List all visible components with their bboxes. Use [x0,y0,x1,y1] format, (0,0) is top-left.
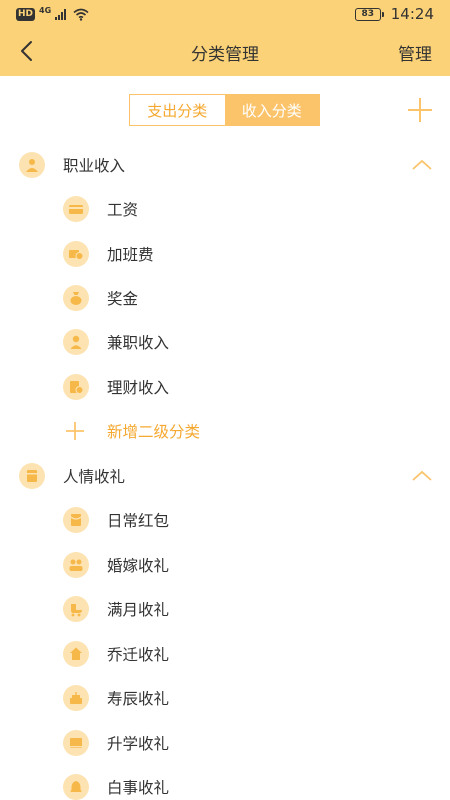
item-label: 加班费 [107,246,154,264]
status-left: HD 4G [16,5,89,23]
item-label: 寿辰收礼 [107,690,170,708]
money-bag-icon [63,285,89,311]
signal-icon [55,9,67,20]
app-header: HD 4G 83 14:24 分类管理 管理 [0,0,450,76]
wifi-icon [73,8,89,21]
list-item-birthday[interactable]: 寿辰收礼 [0,678,450,718]
list-item-funeral[interactable]: 白事收礼 [0,767,450,800]
list-item-red-envelope[interactable]: 日常红包 [0,500,450,540]
add-category-button[interactable] [406,96,434,124]
couple-icon [63,552,89,578]
tab-expense[interactable]: 支出分类 [130,95,225,125]
manage-button[interactable]: 管理 [398,40,432,65]
page-title: 分类管理 [191,45,259,65]
list-item-housewarming[interactable]: 乔迁收礼 [0,634,450,674]
bell-icon [63,774,89,800]
red-envelope-icon [63,507,89,533]
cake-icon [63,685,89,711]
chevron-up-icon[interactable] [410,155,434,175]
people-icon [19,152,45,178]
list-item-parttime[interactable]: 兼职收入 [0,322,450,362]
item-label: 日常红包 [107,512,170,530]
category-type-switch: 支出分类 收入分类 [129,94,320,126]
plus-icon [66,422,84,440]
item-label: 升学收礼 [107,735,170,753]
status-bar: HD 4G 83 14:24 [0,0,450,28]
status-right: 83 14:24 [354,4,434,24]
battery-icon: 83 [354,7,384,21]
group-row-gift-income[interactable]: 人情收礼 [0,456,450,496]
add-subcategory-button[interactable]: 新增二级分类 [0,411,450,451]
hd-badge: HD [16,7,36,21]
book-icon [63,730,89,756]
list-item-school[interactable]: 升学收礼 [0,723,450,763]
item-label: 兼职收入 [107,334,170,352]
item-label: 理财收入 [107,379,170,397]
clock-money-icon [63,241,89,267]
stroller-icon [63,596,89,622]
tab-income[interactable]: 收入分类 [224,95,319,125]
person-icon [63,329,89,355]
add-subcategory-label: 新增二级分类 [107,423,201,441]
group-label: 职业收入 [63,157,126,175]
item-label: 工资 [107,201,139,219]
list-item-overtime[interactable]: 加班费 [0,234,450,274]
gift-icon [19,463,45,489]
finance-icon [63,374,89,400]
list-item-bonus[interactable]: 奖金 [0,278,450,318]
network-type: 4G [39,6,52,15]
item-label: 婚嫁收礼 [107,557,170,575]
item-label: 满月收礼 [107,601,170,619]
item-label: 乔迁收礼 [107,646,170,664]
list-item-finance[interactable]: 理财收入 [0,367,450,407]
list-item-full-month[interactable]: 满月收礼 [0,589,450,629]
item-label: 白事收礼 [107,779,170,797]
group-label: 人情收礼 [63,468,126,486]
list-item-salary[interactable]: 工资 [0,189,450,229]
card-icon [63,196,89,222]
list-item-wedding[interactable]: 婚嫁收礼 [0,545,450,585]
chevron-up-icon[interactable] [410,466,434,486]
status-time: 14:24 [390,5,434,23]
house-icon [63,641,89,667]
item-label: 奖金 [107,290,139,308]
group-row-career-income[interactable]: 职业收入 [0,145,450,185]
